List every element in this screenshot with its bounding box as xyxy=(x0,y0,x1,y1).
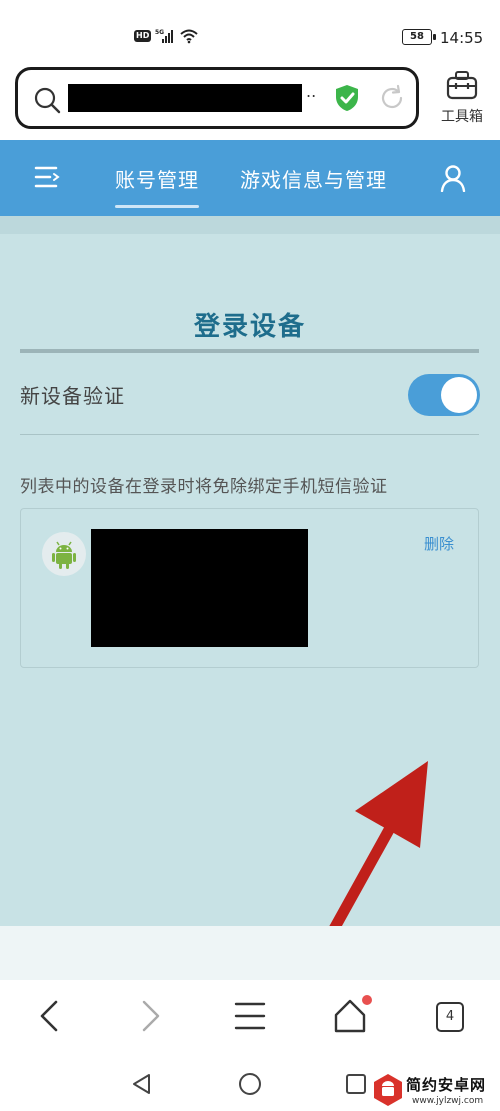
page-title: 登录设备 xyxy=(193,312,306,342)
signal-icon: 5G xyxy=(155,29,174,43)
browser-bottom-bar: 4 xyxy=(0,980,500,1052)
toolbox-icon xyxy=(446,71,478,100)
setting-divider xyxy=(20,434,479,435)
back-icon[interactable] xyxy=(32,998,68,1034)
refresh-icon[interactable] xyxy=(378,84,406,112)
system-back-icon[interactable] xyxy=(130,1072,154,1096)
notification-dot xyxy=(362,995,372,1005)
battery-indicator: 58 xyxy=(402,29,436,45)
tabs-count-button[interactable]: 4 xyxy=(436,1002,464,1032)
device-list-hint: 列表中的设备在登录时将免除绑定手机短信验证 xyxy=(20,477,388,497)
hd-badge: HD xyxy=(134,30,152,42)
status-icons: HD 5G xyxy=(134,28,199,44)
tab-account-management[interactable]: 账号管理 xyxy=(115,164,199,208)
android-icon xyxy=(52,541,76,569)
wifi-icon xyxy=(180,29,199,44)
url-redacted[interactable] xyxy=(68,84,302,112)
title-divider xyxy=(20,349,479,353)
content-footer-area xyxy=(0,926,500,980)
toolbox-label: 工具箱 xyxy=(441,109,483,125)
search-icon xyxy=(34,87,61,114)
url-ellipsis: .. xyxy=(306,82,317,101)
content-top-strip xyxy=(0,216,500,234)
tab-game-info[interactable]: 游戏信息与管理 xyxy=(240,164,387,193)
watermark: 简约安卓网 www.jylzwj.com xyxy=(372,1072,500,1111)
menu-icon[interactable] xyxy=(34,164,62,190)
clock: 14:55 xyxy=(440,29,484,47)
nav-bar: 账号管理 游戏信息与管理 xyxy=(0,140,500,216)
device-avatar xyxy=(42,532,86,576)
shield-check-icon[interactable] xyxy=(332,83,362,113)
status-bar: HD 5G 58 14:55 xyxy=(0,0,500,56)
main-content: 登录设备 新设备验证 列表中的设备在登录时将免除绑定手机短信验证 删除 xyxy=(0,216,500,1072)
menu-list-icon[interactable] xyxy=(232,998,268,1034)
forward-icon[interactable] xyxy=(132,998,168,1034)
user-icon[interactable] xyxy=(440,164,466,192)
watermark-logo-icon xyxy=(374,1074,402,1106)
new-device-verification-toggle[interactable] xyxy=(408,374,480,416)
toggle-knob xyxy=(441,377,477,413)
new-device-verification-label: 新设备验证 xyxy=(20,384,125,408)
watermark-url: www.jylzwj.com xyxy=(412,1096,484,1106)
system-recents-icon[interactable] xyxy=(344,1072,368,1096)
system-home-icon[interactable] xyxy=(238,1072,262,1096)
toolbox-button[interactable]: 工具箱 xyxy=(434,70,490,130)
address-bar[interactable]: .. xyxy=(15,67,419,129)
network-type-label: 5G xyxy=(155,29,164,36)
watermark-name: 简约安卓网 xyxy=(406,1076,487,1094)
